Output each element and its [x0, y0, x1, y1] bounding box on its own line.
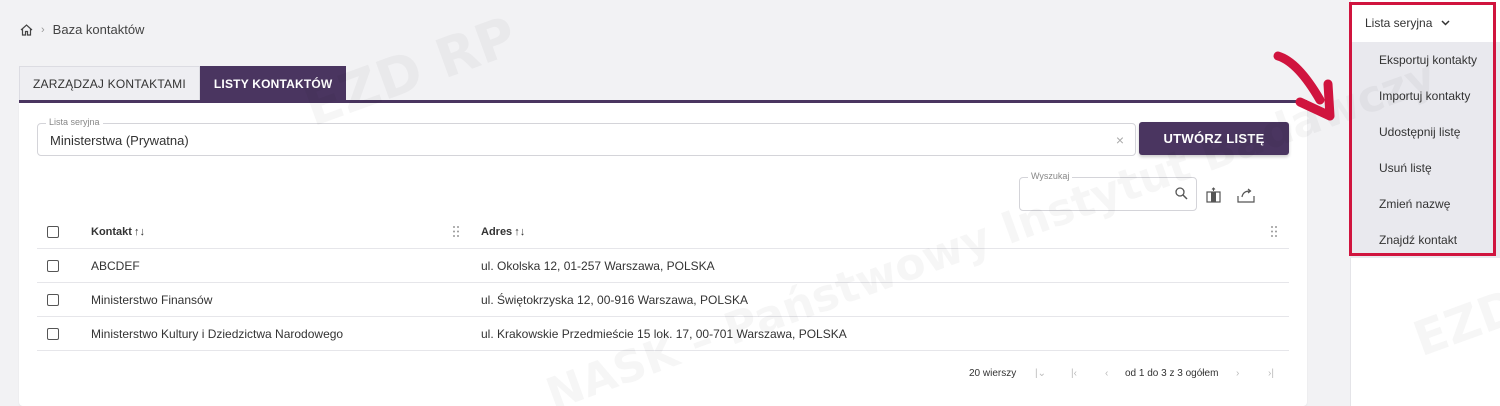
- address-cell: ul. Świętokrzyska 12, 00-916 Warszawa, P…: [481, 292, 748, 307]
- menu-item-find-contact[interactable]: Znajdź kontakt: [1350, 222, 1500, 258]
- chevron-down-icon[interactable]: |⌄: [1035, 368, 1046, 379]
- previous-page-icon[interactable]: ‹: [1105, 368, 1108, 379]
- last-page-icon[interactable]: ›|: [1268, 368, 1274, 379]
- create-list-button[interactable]: UTWÓRZ LISTĘ: [1139, 122, 1289, 155]
- menu-item-import-contacts[interactable]: Importuj kontakty: [1350, 78, 1500, 114]
- menu-item-share-list[interactable]: Udostępnij listę: [1350, 114, 1500, 150]
- tab-contact-lists[interactable]: LISTY KONTAKTÓW: [199, 66, 347, 101]
- search-icon[interactable]: [1175, 187, 1188, 205]
- menu-item-export-contacts[interactable]: Eksportuj kontakty: [1350, 42, 1500, 78]
- sort-icon[interactable]: ↑↓: [514, 226, 525, 238]
- search-input[interactable]: Wyszukaj: [1019, 171, 1197, 211]
- column-header-address-label: Adres: [481, 225, 513, 238]
- page-range-text: od 1 do 3 z 3 ogółem: [1125, 368, 1219, 379]
- table-header-checkbox-cell: [47, 215, 59, 248]
- contacts-table: Kontakt ↑↓ Adres ↑↓ ABCDEF ul. Okolska 1…: [37, 215, 1289, 351]
- menu-item-rename[interactable]: Zmień nazwę: [1350, 186, 1500, 222]
- column-header-contact[interactable]: Kontakt ↑↓: [91, 215, 145, 248]
- upload-icon[interactable]: [1237, 187, 1255, 208]
- row-checkbox[interactable]: [47, 293, 59, 306]
- row-checkbox-cell: [47, 317, 59, 350]
- contact-cell: Ministerstwo Kultury i Dziedzictwa Narod…: [91, 326, 344, 341]
- breadcrumb-separator-icon: ›: [41, 23, 45, 36]
- tab-bar: ZARZĄDZAJ KONTAKTAMI LISTY KONTAKTÓW: [19, 66, 347, 101]
- table-row[interactable]: ABCDEF ul. Okolska 12, 01-257 Warszawa, …: [37, 249, 1289, 283]
- row-checkbox[interactable]: [47, 327, 59, 340]
- search-label: Wyszukaj: [1028, 171, 1073, 181]
- home-icon[interactable]: [20, 23, 33, 36]
- serial-list-menu-button[interactable]: Lista seryjna: [1365, 16, 1450, 30]
- pagination: 20 wierszy |⌄ |‹ ‹ od 1 do 3 z 3 ogółem …: [19, 365, 1289, 385]
- table-row[interactable]: Ministerstwo Kultury i Dziedzictwa Narod…: [37, 317, 1289, 351]
- tab-manage-contacts[interactable]: ZARZĄDZAJ KONTAKTAMI: [19, 66, 200, 101]
- column-drag-handle-icon[interactable]: [1271, 226, 1277, 237]
- chevron-down-icon: [1441, 20, 1450, 26]
- select-all-checkbox[interactable]: [47, 225, 59, 238]
- address-cell: ul. Krakowskie Przedmieście 15 lok. 17, …: [481, 326, 847, 341]
- breadcrumb: › Baza kontaktów: [20, 22, 144, 37]
- table-row[interactable]: Ministerstwo Finansów ul. Świętokrzyska …: [37, 283, 1289, 317]
- serial-list-dropdown-menu: Eksportuj kontakty Importuj kontakty Udo…: [1350, 42, 1500, 258]
- column-header-address[interactable]: Adres ↑↓: [481, 215, 525, 248]
- serial-list-value: Ministerstwa (Prywatna): [50, 133, 189, 148]
- first-page-icon[interactable]: |‹: [1071, 368, 1077, 379]
- column-drag-handle-icon[interactable]: [453, 226, 459, 237]
- row-checkbox[interactable]: [47, 259, 59, 272]
- row-checkbox-cell: [47, 249, 59, 282]
- export-columns-icon[interactable]: [1205, 187, 1222, 208]
- serial-list-menu-label: Lista seryjna: [1365, 16, 1433, 30]
- menu-item-delete-list[interactable]: Usuń listę: [1350, 150, 1500, 186]
- row-checkbox-cell: [47, 283, 59, 316]
- table-header: Kontakt ↑↓ Adres ↑↓: [37, 215, 1289, 249]
- column-header-contact-label: Kontakt: [91, 225, 132, 238]
- sort-icon[interactable]: ↑↓: [134, 226, 145, 238]
- close-icon[interactable]: ×: [1116, 132, 1124, 148]
- contact-cell: ABCDEF: [91, 258, 140, 273]
- contact-lists-panel: Lista seryjna Ministerstwa (Prywatna) × …: [19, 103, 1307, 406]
- address-cell: ul. Okolska 12, 01-257 Warszawa, POLSKA: [481, 258, 715, 273]
- next-page-icon[interactable]: ›: [1236, 368, 1239, 379]
- contact-cell: Ministerstwo Finansów: [91, 292, 213, 307]
- serial-list-select[interactable]: Lista seryjna Ministerstwa (Prywatna) ×: [37, 117, 1136, 156]
- serial-list-label: Lista seryjna: [46, 117, 103, 127]
- breadcrumb-current: Baza kontaktów: [52, 22, 145, 37]
- rows-per-page-select[interactable]: 20 wierszy: [969, 368, 1016, 379]
